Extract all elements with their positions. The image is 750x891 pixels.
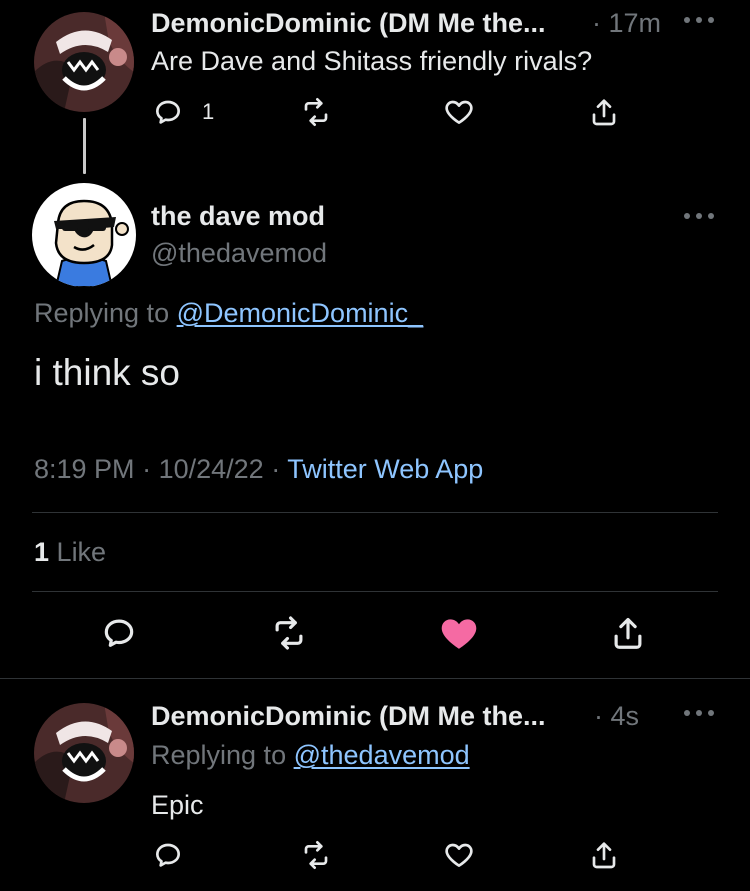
heart-icon[interactable]	[443, 839, 475, 871]
tweet-timestamp-line: 8:19 PM · 10/24/22 · Twitter Web App	[34, 454, 483, 485]
author-name[interactable]: the dave mod	[151, 201, 325, 232]
replying-to-line: Replying to @DemonicDominic_	[34, 298, 423, 329]
tweet-time[interactable]: · 17m	[592, 8, 661, 39]
separator: ·	[142, 454, 152, 484]
author-name[interactable]: DemonicDominic (DM Me the...	[151, 8, 546, 39]
reply-bubble-icon[interactable]	[152, 839, 184, 871]
like-count: 1	[34, 537, 50, 567]
share-icon[interactable]	[588, 839, 620, 871]
replying-to-link[interactable]: @DemonicDominic_	[177, 298, 423, 328]
more-dots-icon[interactable]	[684, 10, 718, 30]
separator: ·	[271, 454, 281, 484]
tweet-source[interactable]: Twitter Web App	[287, 454, 483, 484]
like-stats[interactable]: 1 Like	[34, 537, 106, 568]
heart-icon[interactable]	[443, 96, 475, 128]
retweet-icon[interactable]	[300, 96, 332, 128]
reply-count: 1	[202, 99, 215, 124]
avatar-demonicdominic[interactable]	[34, 12, 134, 112]
tweet-text: Epic	[151, 790, 204, 820]
replying-prefix: Replying to	[34, 298, 170, 328]
divider	[32, 512, 718, 513]
author-name[interactable]: DemonicDominic (DM Me the...	[151, 701, 546, 732]
replying-to-link[interactable]: @thedavemod	[294, 740, 470, 770]
tweet-time[interactable]: 8:19 PM	[34, 454, 135, 484]
retweet-icon[interactable]	[300, 839, 332, 871]
tweet-date[interactable]: 10/24/22	[159, 454, 264, 484]
more-dots-icon[interactable]	[684, 206, 718, 226]
thread-connector-line	[83, 118, 86, 174]
heart-icon-liked[interactable]	[438, 612, 480, 654]
more-dots-icon[interactable]	[684, 703, 718, 723]
tweet-text: Are Dave and Shitass friendly rivals?	[151, 46, 593, 76]
replying-prefix: Replying to	[151, 740, 287, 770]
author-handle[interactable]: @thedavemod	[151, 238, 327, 269]
tweet-text: i think so	[34, 352, 181, 393]
share-icon[interactable]	[609, 614, 647, 652]
divider	[32, 591, 718, 592]
retweet-icon[interactable]	[270, 614, 308, 652]
replying-to-line: Replying to @thedavemod	[151, 740, 470, 771]
tweet-time[interactable]: · 4s	[594, 701, 639, 732]
share-icon[interactable]	[588, 96, 620, 128]
reply-bubble-icon[interactable]	[152, 96, 184, 128]
like-label: Like	[56, 537, 107, 567]
reply-bubble-icon[interactable]	[100, 614, 138, 652]
avatar-demonicdominic[interactable]	[34, 703, 134, 803]
divider	[0, 678, 750, 679]
avatar-thedavemod[interactable]	[32, 183, 136, 287]
